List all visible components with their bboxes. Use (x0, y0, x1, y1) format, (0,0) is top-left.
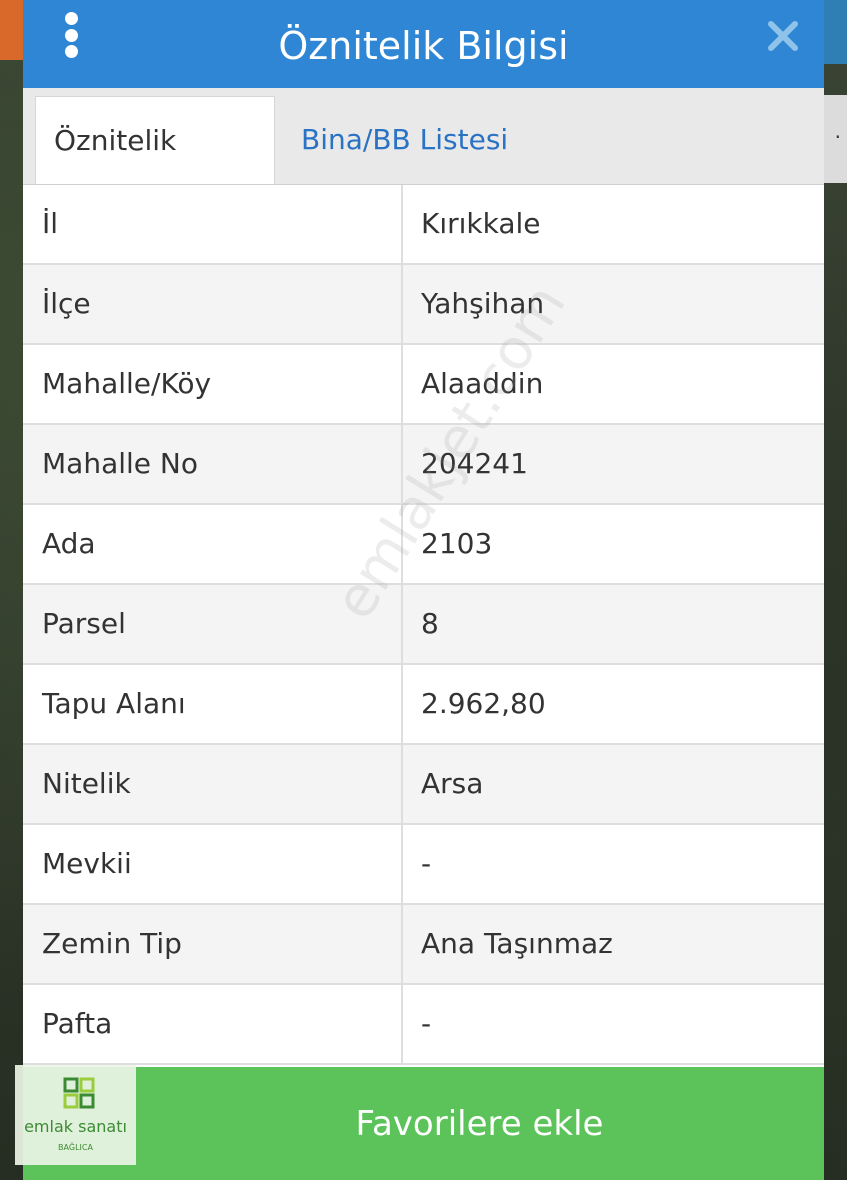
tab-bar: Öznitelik Bilgisi Bina/BB Listesi (23, 88, 824, 245)
table-row: Pafta - (23, 985, 824, 1065)
attribute-key: Parsel (23, 585, 403, 663)
attribute-table: İl Kırıkkale İlçe Yahşihan Mahalle/Köy Alaa… (23, 185, 824, 1065)
attribute-key: Pafta (23, 985, 403, 1063)
table-row: Mahalle/Köy Alaaddin (23, 345, 824, 425)
attribute-value: 2.962,80 (421, 687, 546, 720)
table-row: Tapu Alanı 2.962,80 (23, 665, 824, 745)
attribute-value: Yahşihan (421, 287, 545, 320)
attribute-value: 8 (421, 607, 439, 640)
attribute-key: Mahalle/Köy (23, 345, 403, 423)
logo-text: emlak sanatı (24, 1117, 127, 1136)
attribute-key: Tapu Alanı (23, 665, 403, 743)
attribute-key: Mahalle No (23, 425, 403, 503)
logo-mark-icon (63, 1077, 95, 1109)
attribute-key: Zemin Tip (23, 905, 403, 983)
table-row: Ada 2103 (23, 505, 824, 585)
table-row: İlçe Yahşihan (23, 265, 824, 345)
map-side-panel: · (823, 95, 847, 183)
attribute-key: İl (23, 185, 403, 263)
attribute-value: 2103 (421, 527, 493, 560)
attribute-value: - (421, 1007, 432, 1040)
dialog-header: Öznitelik Bilgisi (23, 0, 824, 88)
attribute-dialog: Öznitelik Bilgisi Öznitelik Bilgisi Bina… (23, 0, 824, 1180)
tab-building-list[interactable]: Bina/BB Listesi (283, 96, 526, 184)
tab-attribute-info[interactable]: Öznitelik Bilgisi (35, 96, 275, 245)
close-icon[interactable] (765, 18, 801, 54)
attribute-value: Ana Taşınmaz (421, 927, 613, 960)
attribute-value: 204241 (421, 447, 528, 480)
attribute-value: - (421, 847, 432, 880)
attribute-value: Arsa (421, 767, 484, 800)
add-to-favorites-button[interactable]: Favorilere ekle (135, 1067, 824, 1180)
dialog-title: Öznitelik Bilgisi (278, 24, 569, 68)
brand-logo: emlak sanatı BAĞLICA (15, 1065, 136, 1165)
attribute-value: Alaaddin (421, 367, 544, 400)
table-row: Mevkii - (23, 825, 824, 905)
table-row: Nitelik Arsa (23, 745, 824, 825)
attribute-key: Ada (23, 505, 403, 583)
attribute-key: Nitelik (23, 745, 403, 823)
map-edge-orange (0, 0, 24, 60)
table-row: Parsel 8 (23, 585, 824, 665)
map-side-dot: · (834, 125, 841, 149)
table-row: İl Kırıkkale (23, 185, 824, 265)
attribute-key: Mevkii (23, 825, 403, 903)
table-row: Mahalle No 204241 (23, 425, 824, 505)
map-edge-blue (823, 0, 847, 64)
attribute-key: İlçe (23, 265, 403, 343)
logo-subtext: BAĞLICA (58, 1143, 93, 1152)
attribute-value: Kırıkkale (421, 207, 541, 240)
table-row: Zemin Tip Ana Taşınmaz (23, 905, 824, 985)
